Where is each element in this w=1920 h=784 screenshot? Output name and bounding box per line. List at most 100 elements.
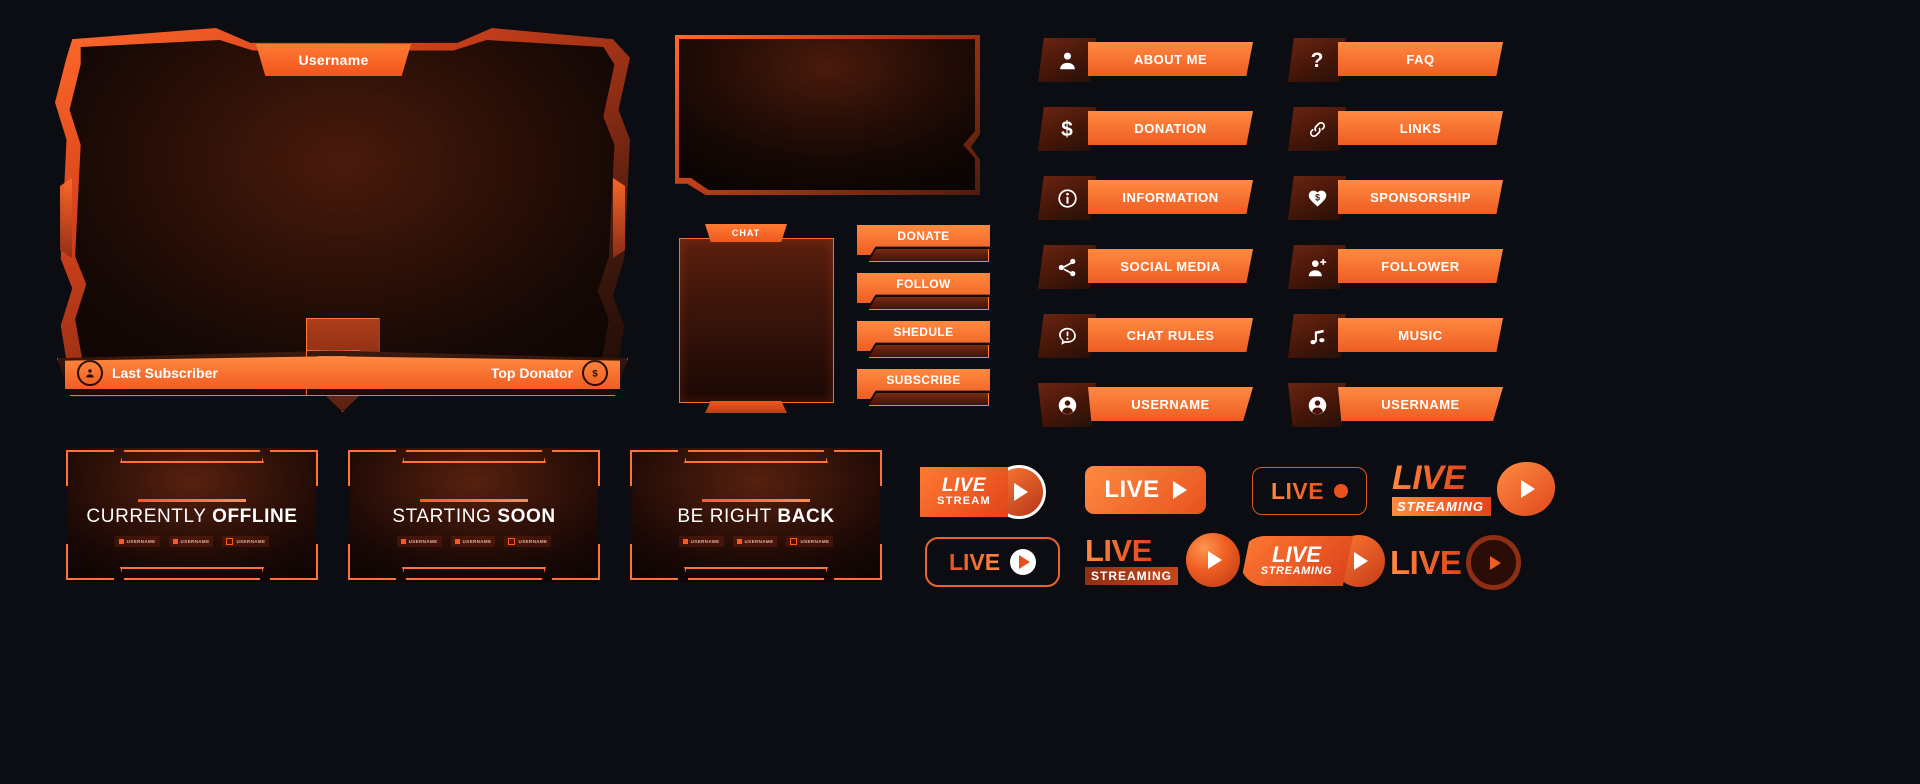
user-icon [1038, 38, 1096, 82]
menu-item-faq-label: FAQ [1338, 42, 1503, 76]
menu-item-donation[interactable]: $ DONATION [1038, 107, 1253, 151]
live-badge-line2: STREAM [937, 495, 991, 507]
menu-item-username-right-label: USERNAME [1338, 387, 1503, 421]
edge-bar-bottom [402, 567, 546, 580]
menu-item-social-media[interactable]: SOCIAL MEDIA [1038, 245, 1253, 289]
menu-column-right: ? FAQ LINKS $ SPONSORSHIP FOLLOWER MUSIC… [1288, 38, 1503, 452]
schedule-button[interactable]: SHEDULE [857, 321, 990, 358]
social-tag: USERNAME [786, 536, 834, 547]
chat-panel-foot [705, 401, 787, 413]
share-icon [1038, 245, 1096, 289]
follow-button-tail [869, 297, 989, 310]
menu-item-follower[interactable]: FOLLOWER [1288, 245, 1503, 289]
menu-item-username-right[interactable]: USERNAME [1288, 383, 1503, 427]
menu-item-chat-rules[interactable]: CHAT RULES [1038, 314, 1253, 358]
question-mark-icon: ? [1288, 38, 1346, 82]
info-circle-icon [1038, 176, 1096, 220]
menu-item-faq[interactable]: ? FAQ [1288, 38, 1503, 82]
social-tag-label: USERNAME [126, 539, 156, 544]
play-blob-icon [1497, 462, 1555, 516]
live-badge-pill[interactable]: LIVE [1085, 466, 1206, 514]
edge-bar-bottom [684, 567, 828, 580]
user-circle-icon [77, 359, 103, 386]
music-note-icon [1288, 314, 1346, 358]
social-tag: USERNAME [222, 536, 270, 547]
offline-title-bold: BACK [777, 506, 835, 527]
social-tag: USERNAME [396, 536, 442, 547]
play-triangle-icon [1172, 481, 1187, 499]
schedule-button-tail [869, 345, 989, 358]
menu-item-information-label: INFORMATION [1088, 180, 1253, 214]
offline-title-light: BE RIGHT [677, 506, 772, 527]
social-tag-label: USERNAME [408, 539, 438, 544]
top-donator-badge[interactable]: Top Donator $ [318, 356, 620, 389]
live-badge-line1: LIVE [1085, 532, 1152, 568]
menu-item-information[interactable]: INFORMATION [1038, 176, 1253, 220]
dollar-icon: $ [1038, 107, 1096, 151]
svg-text:$: $ [1315, 192, 1320, 202]
donate-button[interactable]: DONATE [857, 225, 990, 262]
social-tag-label: USERNAME [236, 539, 266, 544]
edge-bar-top [120, 450, 264, 463]
menu-item-username-left-label: USERNAME [1088, 387, 1253, 421]
live-badge-rounded-outline[interactable]: LIVE [925, 537, 1060, 587]
live-badge-line2: STREAMING [1392, 497, 1491, 516]
follow-button[interactable]: FOLLOW [857, 273, 990, 310]
menu-item-follower-label: FOLLOWER [1338, 249, 1503, 283]
menu-item-sponsorship[interactable]: $ SPONSORSHIP [1288, 176, 1503, 220]
menu-item-music-label: MUSIC [1338, 318, 1503, 352]
offline-screen-starting-soon: STARTING SOON USERNAME USERNAME USERNAME [342, 442, 606, 588]
subscribe-button[interactable]: SUBSCRIBE [857, 369, 990, 406]
offline-screen-title: BE RIGHT BACK [624, 506, 888, 528]
offline-title-light: CURRENTLY [86, 506, 207, 527]
offline-screen-currently-offline: CURRENTLY OFFLINE USERNAME USERNAME USER… [60, 442, 324, 588]
live-badge-italic-blob[interactable]: LIVE STREAMING [1392, 459, 1555, 516]
live-badge-stream-ring[interactable]: LIVE STREAM [920, 465, 1046, 519]
social-tag-label: USERNAME [800, 539, 830, 544]
live-badge-line1: LIVE [1390, 543, 1462, 581]
social-tag: USERNAME [114, 536, 160, 547]
stream-screen-display [679, 39, 975, 190]
donate-button-tail [869, 249, 989, 262]
social-tag: USERNAME [450, 536, 496, 547]
live-badge-line1: LIVE [1272, 542, 1321, 567]
play-circle-icon [1010, 549, 1037, 575]
play-ring-outline-icon [1466, 535, 1522, 590]
title-divider-line [702, 499, 810, 502]
svg-text:$: $ [592, 368, 598, 379]
live-badge-line1: LIVE [948, 548, 1001, 575]
offline-social-tags: USERNAME USERNAME USERNAME [624, 536, 888, 547]
live-badge-text-stack: LIVE STREAMING [1085, 532, 1178, 585]
menu-item-music[interactable]: MUSIC [1288, 314, 1503, 358]
social-tag-label: USERNAME [518, 539, 548, 544]
live-badge-text-stack: LIVE STREAMING [1392, 459, 1491, 516]
live-badge-outline-dot[interactable]: LIVE [1252, 467, 1367, 515]
menu-item-links[interactable]: LINKS [1288, 107, 1503, 151]
offline-social-tags: USERNAME USERNAME USERNAME [342, 536, 606, 547]
social-tag: USERNAME [732, 536, 778, 547]
social-tag: USERNAME [504, 536, 552, 547]
live-badge-slanted-pill[interactable]: LIVE STREAMING [1240, 535, 1385, 587]
record-dot-icon [1334, 484, 1349, 498]
live-badge-ring-outline[interactable]: LIVE [1390, 535, 1522, 590]
offline-title-bold: SOON [497, 506, 556, 527]
offline-social-tags: USERNAME USERNAME USERNAME [60, 536, 324, 547]
menu-item-username-left[interactable]: USERNAME [1038, 383, 1253, 427]
webcam-username-tab[interactable]: Username [256, 44, 411, 76]
live-badge-streaming-sphere[interactable]: LIVE STREAMING [1085, 533, 1240, 587]
live-badge-line1: LIVE [1270, 477, 1325, 504]
webcam-lower-bar: Last Subscriber Top Donator $ [55, 340, 630, 402]
user-plus-icon [1288, 245, 1346, 289]
menu-item-about-me-label: ABOUT ME [1088, 42, 1253, 76]
chat-panel-body [679, 238, 834, 403]
offline-screen-title: STARTING SOON [342, 506, 606, 528]
live-badge-outline-body: LIVE [1252, 467, 1367, 515]
edge-bar-bottom [120, 567, 264, 580]
live-badge-line1: LIVE [1392, 459, 1466, 497]
play-sphere-icon [1186, 533, 1240, 587]
menu-item-chat-rules-label: CHAT RULES [1088, 318, 1253, 352]
offline-title-bold: OFFLINE [212, 506, 298, 527]
menu-item-about-me[interactable]: ABOUT ME [1038, 38, 1253, 82]
live-badge-pill-body: LIVE [1085, 466, 1206, 514]
user-circle-icon [1288, 383, 1346, 427]
